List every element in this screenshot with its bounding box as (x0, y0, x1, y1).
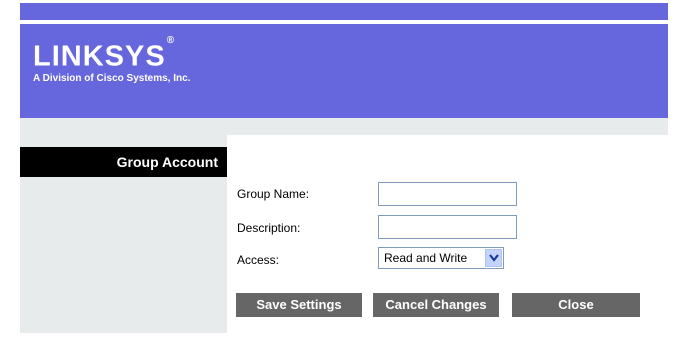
header-band (20, 118, 668, 135)
logo-text: LINKSYS (33, 40, 166, 73)
group-name-label: Group Name: (237, 187, 310, 201)
header-banner: LINKSYS® A Division of Cisco Systems, In… (20, 24, 668, 118)
form-panel: Group Name: Description: Access: Read an… (227, 135, 668, 333)
top-stripe (20, 3, 668, 20)
logo-registered-mark: ® (166, 35, 176, 46)
access-select-value: Read and Write (384, 251, 468, 265)
logo-tagline: A Division of Cisco Systems, Inc. (33, 72, 191, 84)
access-label: Access: (237, 253, 280, 267)
close-button[interactable]: Close (512, 293, 640, 317)
save-settings-button[interactable]: Save Settings (236, 293, 362, 317)
description-input[interactable] (378, 215, 517, 239)
sidebar: Group Account (20, 135, 227, 333)
cancel-changes-button[interactable]: Cancel Changes (373, 293, 499, 317)
description-label: Description: (237, 221, 301, 235)
group-name-input[interactable] (378, 182, 517, 206)
linksys-logo: LINKSYS® A Division of Cisco Systems, In… (33, 35, 191, 84)
chevron-down-icon[interactable] (485, 249, 502, 267)
access-select[interactable]: Read and Write (378, 247, 504, 269)
sidebar-title: Group Account (20, 147, 227, 177)
